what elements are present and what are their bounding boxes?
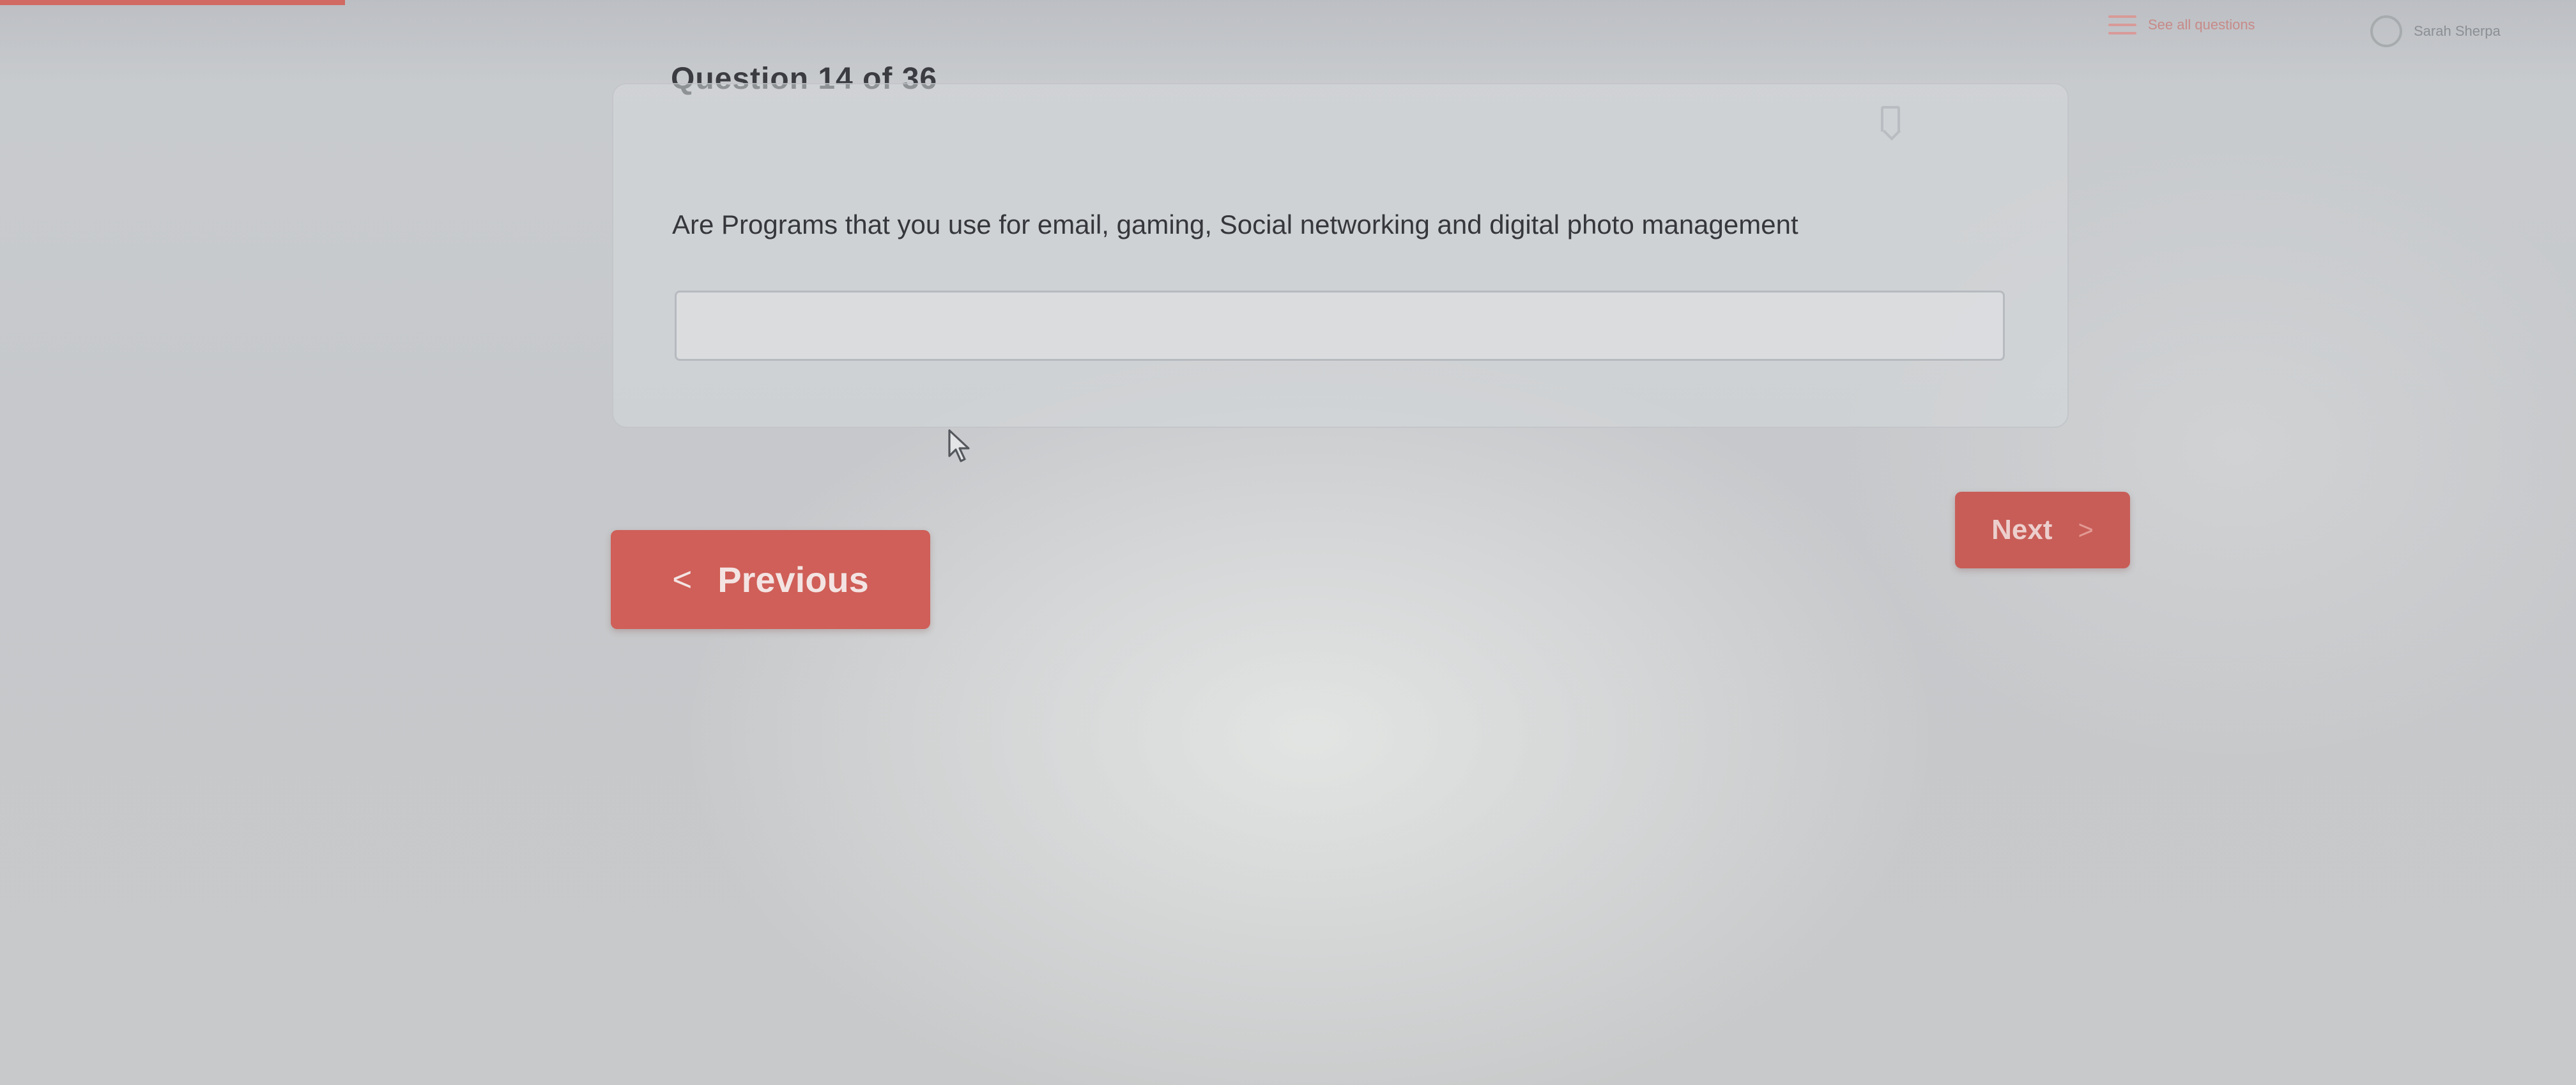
next-button-label: Next [1991,514,2053,545]
mouse-pointer-icon [948,429,970,462]
user-circle-icon [2370,15,2402,47]
question-card [612,83,2069,428]
see-all-questions-link[interactable]: See all questions [2108,15,2255,34]
previous-button-label: Previous [717,559,869,600]
next-button[interactable]: Next > [1955,492,2130,568]
bookmark-icon[interactable] [1881,106,1900,132]
account-menu[interactable]: Sarah Sherpa [2370,15,2501,47]
question-prompt: Are Programs that you use for email, gam… [672,209,1798,239]
see-all-questions-label: See all questions [2148,17,2255,33]
chevron-right-icon: > [2078,515,2094,545]
answer-input[interactable] [675,291,2005,361]
chevron-left-icon: < [672,560,693,598]
previous-button[interactable]: < Previous [611,530,930,629]
account-name: Sarah Sherpa [2414,23,2501,39]
list-icon [2108,15,2136,34]
top-bar: See all questions Sarah Sherpa [0,0,2576,47]
